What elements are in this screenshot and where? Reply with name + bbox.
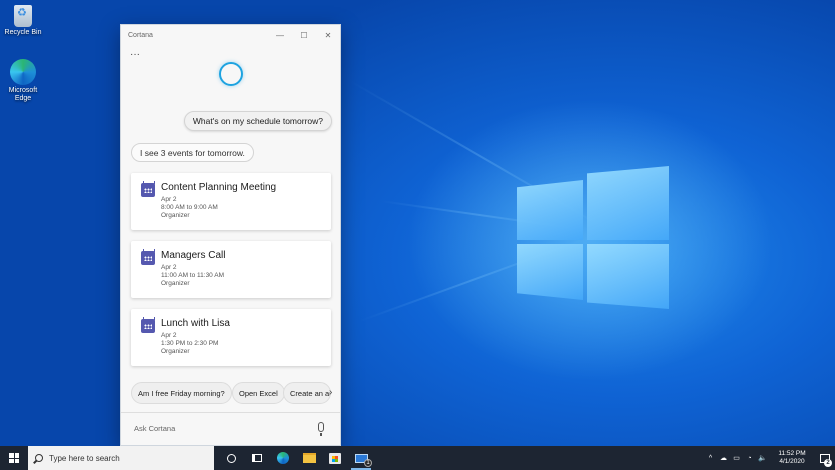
cortana-titlebar[interactable]: Cortana — ☐ ✕ xyxy=(121,25,340,45)
event-title: Content Planning Meeting xyxy=(161,182,277,193)
wifi-icon[interactable]: ◔ xyxy=(743,455,756,462)
task-view-icon xyxy=(252,454,262,462)
onedrive-icon[interactable]: ☁ xyxy=(717,454,730,462)
chevron-right-icon[interactable]: › xyxy=(329,387,332,398)
event-role: Organizer xyxy=(161,348,190,355)
suggestion-chip[interactable]: Am I free Friday morning? xyxy=(131,382,232,404)
edge-taskbar-button[interactable] xyxy=(270,446,296,470)
notification-count: 2 xyxy=(824,459,832,467)
clock-time: 11:52 PM xyxy=(778,450,806,457)
user-message-bubble: What's on my schedule tomorrow? xyxy=(183,111,332,131)
microphone-icon[interactable] xyxy=(318,422,324,436)
start-button[interactable] xyxy=(0,446,28,470)
suggestion-chip[interactable]: Open Excel xyxy=(232,382,285,404)
window-title: Cortana xyxy=(128,31,153,39)
windows-start-icon xyxy=(9,453,19,463)
event-date: Apr 2 xyxy=(161,332,177,339)
event-role: Organizer xyxy=(161,212,190,219)
store-icon xyxy=(329,452,341,464)
file-explorer-button[interactable] xyxy=(296,446,322,470)
desktop-icon-label: Recycle Bin xyxy=(4,29,42,36)
desktop-icon-edge[interactable]: Microsoft Edge xyxy=(0,59,46,103)
more-options-icon[interactable]: ··· xyxy=(130,49,140,60)
maximize-button[interactable]: ☐ xyxy=(292,31,316,40)
event-card[interactable]: Managers Call Apr 2 11:00 AM to 11:30 AM… xyxy=(131,241,331,298)
event-date: Apr 2 xyxy=(161,196,177,203)
event-time: 8:00 AM to 9:00 AM xyxy=(161,204,218,211)
mail-button[interactable]: 1 xyxy=(348,446,374,470)
event-title: Lunch with Lisa xyxy=(161,318,230,329)
event-role: Organizer xyxy=(161,280,190,287)
event-card[interactable]: Lunch with Lisa Apr 2 1:30 PM to 2:30 PM… xyxy=(131,309,331,366)
close-button[interactable]: ✕ xyxy=(316,31,340,40)
calendar-icon xyxy=(141,317,155,333)
cortana-ring-icon xyxy=(219,62,243,86)
edge-icon xyxy=(10,59,36,85)
ask-cortana-bar[interactable]: Ask Cortana xyxy=(121,412,340,445)
ask-cortana-input[interactable]: Ask Cortana xyxy=(134,424,175,433)
battery-icon[interactable]: ▭ xyxy=(730,454,743,462)
edge-icon xyxy=(277,452,289,464)
mail-badge: 1 xyxy=(364,459,372,467)
cortana-window: Cortana — ☐ ✕ ··· What's on my schedule … xyxy=(120,24,341,446)
event-date: Apr 2 xyxy=(161,264,177,271)
clock[interactable]: 11:52 PM 4/1/2020 xyxy=(769,450,815,466)
volume-icon[interactable]: 🔈 xyxy=(756,454,769,462)
event-time: 11:00 AM to 11:30 AM xyxy=(161,272,224,279)
search-placeholder: Type here to search xyxy=(49,453,120,463)
windows-logo xyxy=(517,166,669,309)
calendar-icon xyxy=(141,181,155,197)
cortana-reply-bubble: I see 3 events for tomorrow. xyxy=(131,143,254,162)
event-title: Managers Call xyxy=(161,250,226,261)
event-time: 1:30 PM to 2:30 PM xyxy=(161,340,219,347)
store-button[interactable] xyxy=(322,446,348,470)
folder-icon xyxy=(302,453,316,463)
event-card[interactable]: Content Planning Meeting Apr 2 8:00 AM t… xyxy=(131,173,331,230)
suggestion-chip[interactable]: Create an ap xyxy=(283,382,331,404)
clock-date: 4/1/2020 xyxy=(779,458,805,465)
cortana-icon xyxy=(226,453,236,463)
task-view-button[interactable] xyxy=(244,446,270,470)
minimize-button[interactable]: — xyxy=(268,31,292,40)
taskbar-search-box[interactable]: Type here to search xyxy=(28,446,214,470)
search-icon xyxy=(35,454,43,462)
taskbar: Type here to search 1 ^ ☁ ▭ ◔ 🔈 11:52 PM… xyxy=(0,446,835,470)
desktop-icon-label: Microsoft Edge xyxy=(8,87,38,102)
cortana-taskbar-button[interactable] xyxy=(218,446,244,470)
show-hidden-icons-icon[interactable]: ^ xyxy=(704,455,717,462)
desktop-icon-recycle-bin[interactable]: Recycle Bin xyxy=(0,5,46,37)
calendar-icon xyxy=(141,249,155,265)
system-tray: ^ ☁ ▭ ◔ 🔈 11:52 PM 4/1/2020 2 xyxy=(704,446,835,470)
action-center-button[interactable]: 2 xyxy=(815,446,835,470)
recycle-bin-icon xyxy=(14,5,32,27)
